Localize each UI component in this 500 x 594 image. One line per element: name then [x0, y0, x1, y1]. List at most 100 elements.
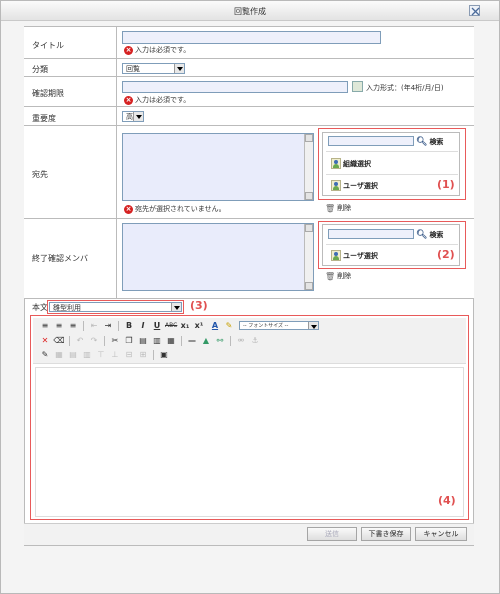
final-confirm-scrollbar[interactable]: [304, 224, 313, 290]
title-error-text: 入力は必須です。: [135, 46, 191, 54]
italic-icon[interactable]: I: [137, 320, 149, 332]
importance-select[interactable]: 高: [122, 111, 144, 122]
recipients-delete-button[interactable]: 🗑︎ 削除: [325, 203, 351, 213]
editor-toolbar: ≡ ≡ ≡ ⇤ ⇥ B I U ABC x₁ x¹ A ✎ -- フォントサイズ…: [33, 318, 466, 364]
deadline-input[interactable]: [122, 81, 348, 93]
merge-cell-icon[interactable]: ⊥: [109, 349, 121, 361]
trash-icon: 🗑︎: [325, 271, 336, 281]
recipients-scrollbar[interactable]: [304, 134, 313, 200]
user-icon: [331, 180, 341, 191]
scroll-up-icon[interactable]: [305, 224, 313, 232]
bold-icon[interactable]: B: [123, 320, 135, 332]
align-center-icon[interactable]: ≡: [53, 320, 65, 332]
send-button[interactable]: 送信: [307, 527, 357, 541]
delete-icon[interactable]: ✕: [39, 335, 51, 347]
final-confirm-search-button[interactable]: 🔍︎ 検索: [416, 230, 443, 240]
user-icon: [331, 158, 341, 169]
deadline-label: 確認期限: [32, 89, 64, 98]
final-confirm-delete-button[interactable]: 🗑︎ 削除: [325, 271, 351, 281]
deadline-format-hint: 入力形式：(年4桁/月/日): [366, 84, 444, 92]
annotation-label-4: (4): [438, 494, 456, 507]
subscript-icon[interactable]: x₁: [179, 320, 191, 332]
separator: [181, 336, 182, 346]
deadline-error-text: 入力は必須です。: [135, 96, 191, 104]
copy-icon[interactable]: ❐: [123, 335, 135, 347]
divider: [326, 174, 458, 175]
delete-row-icon[interactable]: ⊟: [123, 349, 135, 361]
row-importance-value-cell: [117, 107, 474, 126]
importance-label: 重要度: [32, 114, 56, 123]
dialog-titlebar: 回覧作成: [1, 1, 499, 21]
table-icon[interactable]: ▦: [53, 349, 65, 361]
undo-icon[interactable]: ↶: [74, 335, 86, 347]
table-col-icon[interactable]: ▥: [81, 349, 93, 361]
image-icon[interactable]: ▲: [200, 335, 212, 347]
horizontal-rule-icon[interactable]: —: [186, 335, 198, 347]
template-select[interactable]: 雛型利用: [49, 302, 182, 312]
recipients-error-text: 宛先が選択されていません。: [135, 205, 226, 213]
outdent-icon[interactable]: ⇤: [88, 320, 100, 332]
font-size-select[interactable]: -- フォントサイズ --: [239, 321, 319, 330]
cut-icon[interactable]: ✂: [109, 335, 121, 347]
final-confirm-listbox[interactable]: [122, 223, 314, 291]
indent-icon[interactable]: ⇥: [102, 320, 114, 332]
dialog-title: 回覧作成: [234, 7, 266, 16]
paste-icon[interactable]: ▤: [137, 335, 149, 347]
paste-text-icon[interactable]: ▥: [151, 335, 163, 347]
align-left-icon[interactable]: ≡: [39, 320, 51, 332]
title-input[interactable]: [122, 31, 381, 44]
eraser-icon[interactable]: ⌫: [53, 335, 65, 347]
body-editor[interactable]: [35, 367, 464, 517]
unlink-icon[interactable]: ⚮: [235, 335, 247, 347]
separator: [83, 321, 84, 331]
user-icon: [331, 250, 341, 261]
table-edit-icon[interactable]: ✎: [39, 349, 51, 361]
paste-word-icon[interactable]: ▦: [165, 335, 177, 347]
org-select-label: 組織選択: [343, 159, 371, 168]
importance-selected: 高: [126, 113, 133, 121]
delete-col-icon[interactable]: ⊞: [137, 349, 149, 361]
annotation-label-2: (2): [437, 248, 455, 261]
anchor-icon[interactable]: ⚓︎: [249, 335, 261, 347]
recipients-listbox[interactable]: [122, 133, 314, 201]
error-icon: ×: [124, 95, 133, 105]
separator: [104, 336, 105, 346]
link-icon[interactable]: ⚯: [214, 335, 226, 347]
separator: [230, 336, 231, 346]
separator: [153, 350, 154, 360]
category-select[interactable]: 回覧: [122, 63, 185, 74]
table-row-icon[interactable]: ▤: [67, 349, 79, 361]
final-confirm-delete-label: 削除: [337, 272, 352, 280]
divider: [326, 151, 458, 152]
scroll-down-icon[interactable]: [305, 282, 313, 290]
highlight-icon[interactable]: ✎: [223, 320, 235, 332]
chevron-down-icon: [171, 303, 181, 311]
align-right-icon[interactable]: ≡: [67, 320, 79, 332]
redo-icon[interactable]: ↷: [88, 335, 100, 347]
separator: [69, 336, 70, 346]
final-confirm-search-label: 検索: [429, 231, 444, 239]
save-draft-button[interactable]: 下書き保存: [361, 527, 411, 541]
recipients-delete-label: 削除: [337, 204, 352, 212]
title-error: × 入力は必須です。: [124, 45, 190, 55]
font-size-placeholder: -- フォントサイズ --: [243, 323, 289, 329]
final-confirm-user-select-button[interactable]: ユーザ選択: [331, 250, 378, 261]
org-select-button[interactable]: 組織選択: [331, 158, 371, 169]
final-confirm-search-input[interactable]: [328, 229, 414, 239]
recipients-user-select-button[interactable]: ユーザ選択: [331, 180, 378, 191]
superscript-icon[interactable]: x¹: [193, 320, 205, 332]
split-cell-icon[interactable]: ⊤: [95, 349, 107, 361]
scroll-down-icon[interactable]: [305, 192, 313, 200]
cancel-button[interactable]: キャンセル: [415, 527, 467, 541]
underline-icon[interactable]: U: [151, 320, 163, 332]
close-icon[interactable]: [469, 5, 480, 16]
scroll-up-icon[interactable]: [305, 134, 313, 142]
template-selected: 雛型利用: [53, 304, 81, 312]
strikethrough-icon[interactable]: ABC: [165, 320, 177, 332]
recipients-search-button[interactable]: 🔍︎ 検索: [416, 137, 443, 147]
recipients-search-input[interactable]: [328, 136, 414, 146]
source-icon[interactable]: ▣: [158, 349, 170, 361]
font-color-icon[interactable]: A: [209, 320, 221, 332]
final-confirm-label: 終了確認メンバ: [32, 254, 88, 263]
calendar-icon[interactable]: [352, 81, 363, 92]
